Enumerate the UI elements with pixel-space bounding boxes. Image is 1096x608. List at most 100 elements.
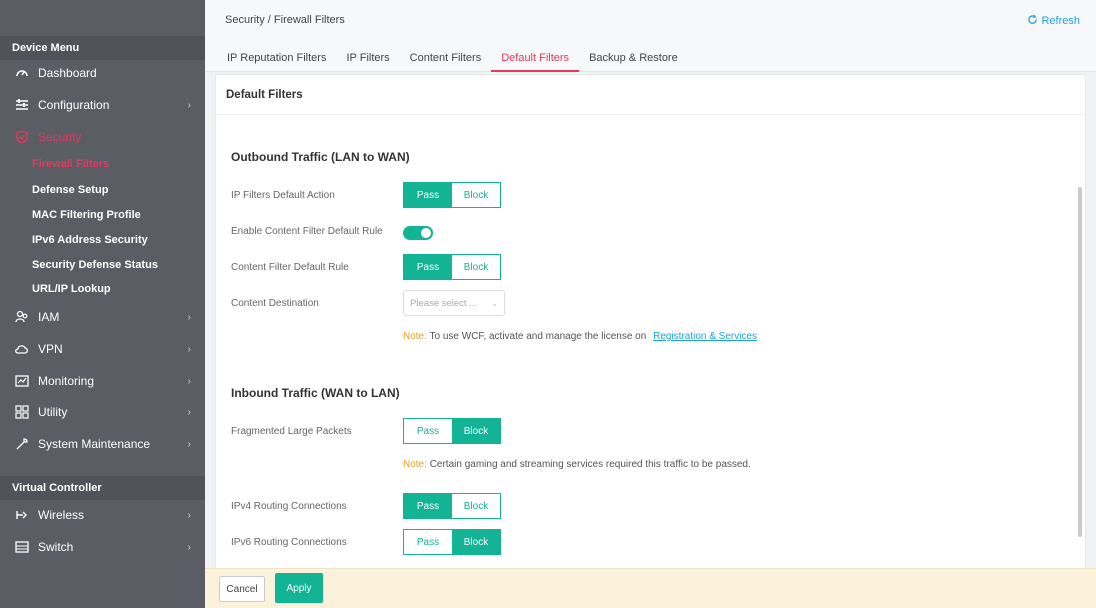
virtual-controller-title: Virtual Controller (0, 476, 205, 500)
refresh-label: Refresh (1041, 15, 1080, 27)
sidebar-item-label: System Maintenance (38, 437, 151, 451)
content-filter-rule-toggle: Pass Block (403, 254, 501, 280)
breadcrumb: Security / Firewall Filters (225, 14, 345, 26)
sidebar-item-label: VPN (38, 342, 63, 356)
chevron-down-icon: ⌄ (491, 299, 498, 308)
block-option[interactable]: Block (452, 183, 500, 207)
cloud-icon (14, 341, 30, 357)
default-filters-panel: Default Filters Outbound Traffic (LAN to… (215, 74, 1086, 608)
panel-title: Default Filters (216, 75, 1085, 115)
sidebar-subitem-mac-filtering[interactable]: MAC Filtering Profile (0, 203, 205, 227)
ipv6-routing-label: IPv6 Routing Connections (231, 537, 347, 548)
sidebar-item-label: Wireless (38, 508, 85, 522)
sidebar-subitem-defense-status[interactable]: Security Defense Status (0, 253, 205, 277)
tab-ip-reputation[interactable]: IP Reputation Filters (225, 44, 336, 72)
tab-backup-restore[interactable]: Backup & Restore (579, 44, 688, 72)
chevron-right-icon: › (187, 439, 191, 450)
scrollbar[interactable] (1078, 187, 1082, 537)
sidebar-item-label: Switch (38, 540, 74, 554)
outbound-section-title: Outbound Traffic (LAN to WAN) (231, 150, 410, 164)
chevron-right-icon: › (187, 344, 191, 355)
sidebar-item-label: IAM (38, 310, 60, 324)
chevron-right-icon: › (187, 100, 191, 111)
sidebar-item-switch[interactable]: Switch › (0, 532, 205, 562)
content-destination-select[interactable]: Please select ... ⌄ (403, 290, 505, 316)
sidebar-item-configuration[interactable]: Configuration › (0, 90, 205, 120)
gaming-note: Note: Certain gaming and streaming servi… (403, 459, 751, 470)
users-icon (14, 309, 30, 325)
pass-option[interactable]: Pass (404, 494, 452, 518)
main-area: Security / Firewall Filters Refresh IP R… (205, 0, 1096, 608)
sidebar-subitem-ipv6-security[interactable]: IPv6 Address Security (0, 228, 205, 252)
ip-filters-default-action-toggle: Pass Block (403, 182, 501, 208)
gaming-note-text: Certain gaming and streaming services re… (429, 459, 751, 470)
sidebar-item-utility[interactable]: Utility › (0, 397, 205, 427)
pass-option[interactable]: Pass (404, 530, 452, 554)
cancel-button[interactable]: Cancel (219, 576, 265, 602)
sliders-icon (14, 97, 30, 113)
topbar: Security / Firewall Filters Refresh IP R… (205, 0, 1096, 72)
chevron-right-icon: › (187, 376, 191, 387)
tab-ip-filters[interactable]: IP Filters (336, 44, 399, 72)
sidebar-item-label: Monitoring (38, 374, 95, 388)
enable-content-filter-switch[interactable] (403, 226, 433, 240)
registration-services-link[interactable]: Registration & Services (653, 331, 757, 342)
sidebar-item-label: Utility (38, 405, 68, 419)
chevron-right-icon: › (187, 510, 191, 521)
chevron-right-icon: › (187, 542, 191, 553)
block-option[interactable]: Block (452, 530, 500, 554)
sidebar-item-iam[interactable]: IAM › (0, 302, 205, 332)
chevron-right-icon: › (187, 312, 191, 323)
ipv4-routing-label: IPv4 Routing Connections (231, 501, 347, 512)
block-option[interactable]: Block (452, 494, 500, 518)
ipv6-routing-toggle: Pass Block (403, 529, 501, 555)
sidebar-subitem-defense-setup[interactable]: Defense Setup (0, 178, 205, 202)
sidebar-item-label: Dashboard (38, 66, 97, 80)
pass-option[interactable]: Pass (404, 419, 452, 443)
sidebar-item-label: Security (38, 130, 82, 144)
tab-default-filters[interactable]: Default Filters (491, 44, 580, 72)
device-menu-title: Device Menu (0, 36, 205, 60)
pass-option[interactable]: Pass (404, 255, 452, 279)
chevron-right-icon: › (187, 407, 191, 418)
fragmented-label: Fragmented Large Packets (231, 426, 352, 437)
fragmented-toggle: Pass Block (403, 418, 501, 444)
block-option[interactable]: Block (452, 419, 500, 443)
action-footer: Cancel Apply (205, 568, 1096, 608)
sidebar-subitem-firewall-filters[interactable]: Firewall Filters (0, 152, 205, 176)
content-destination-label: Content Destination (231, 298, 319, 309)
content-filter-rule-label: Content Filter Default Rule (231, 262, 349, 273)
pass-option[interactable]: Pass (404, 183, 452, 207)
sidebar: Device Menu Dashboard Configuration › Se… (0, 0, 205, 608)
ip-filters-default-action-label: IP Filters Default Action (231, 190, 335, 201)
wcf-note: Note: To use WCF, activate and manage th… (403, 331, 757, 342)
sidebar-item-dashboard[interactable]: Dashboard (0, 58, 205, 88)
enable-content-filter-label: Enable Content Filter Default Rule (231, 226, 383, 237)
block-option[interactable]: Block (452, 255, 500, 279)
dashboard-icon (14, 65, 30, 81)
note-label: Note: (403, 331, 427, 342)
sidebar-item-label: Configuration (38, 98, 110, 112)
sidebar-item-security[interactable]: Security (0, 122, 205, 152)
sidebar-item-system-maintenance[interactable]: System Maintenance › (0, 429, 205, 459)
refresh-icon (1027, 14, 1038, 28)
sidebar-item-vpn[interactable]: VPN › (0, 334, 205, 364)
note-label: Note: (403, 459, 427, 470)
apply-button[interactable]: Apply (275, 573, 323, 603)
monitor-icon (14, 373, 30, 389)
inbound-section-title: Inbound Traffic (WAN to LAN) (231, 386, 400, 400)
sidebar-item-wireless[interactable]: Wireless › (0, 500, 205, 530)
grid-icon (14, 404, 30, 420)
select-placeholder: Please select ... (410, 297, 478, 309)
wrench-icon (14, 436, 30, 452)
ipv4-routing-toggle: Pass Block (403, 493, 501, 519)
switch-icon (14, 539, 30, 555)
tab-content-filters[interactable]: Content Filters (400, 44, 492, 72)
sidebar-item-monitoring[interactable]: Monitoring › (0, 366, 205, 396)
sidebar-subitem-url-lookup[interactable]: URL/IP Lookup (0, 277, 205, 301)
shield-icon (14, 129, 30, 145)
refresh-button[interactable]: Refresh (1027, 14, 1080, 28)
wcf-note-text: To use WCF, activate and manage the lice… (429, 331, 647, 342)
tab-bar: IP Reputation Filters IP Filters Content… (225, 44, 688, 72)
wireless-icon (14, 507, 30, 523)
